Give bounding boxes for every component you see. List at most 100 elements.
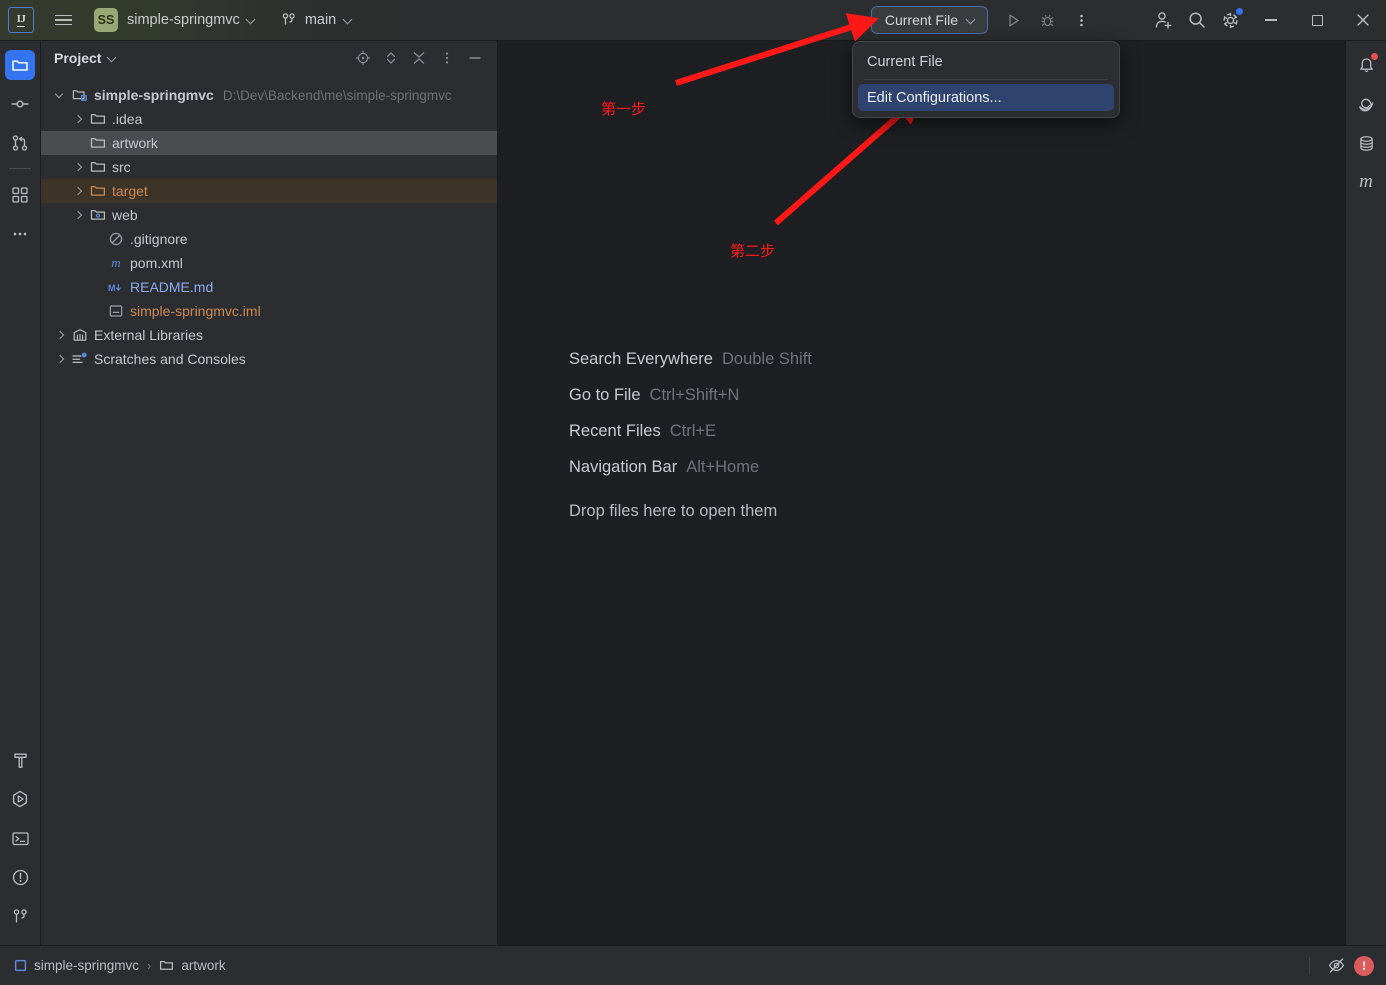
sidebar-item-run[interactable] — [5, 784, 35, 814]
tree-row-label: README.md — [130, 279, 214, 295]
sidebar-item-commit[interactable] — [5, 89, 35, 119]
tree-row-label: External Libraries — [94, 327, 203, 343]
inspections-widget[interactable] — [1322, 952, 1350, 980]
sidebar-item-git[interactable] — [5, 901, 35, 931]
markdown-icon: M — [107, 279, 124, 296]
tree-row[interactable]: src — [41, 155, 497, 179]
hamburger-menu-icon[interactable] — [50, 7, 76, 33]
intellij-logo-icon[interactable]: IJ — [8, 7, 34, 33]
share-project-button[interactable] — [1146, 3, 1180, 37]
tree-row[interactable]: target — [41, 179, 497, 203]
breadcrumb-item-folder[interactable]: artwork — [159, 958, 226, 973]
expand-collapse-button[interactable] — [379, 46, 403, 70]
tree-row[interactable]: simple-springmvc D:\Dev\Backend\me\simple… — [41, 83, 497, 107]
project-panel-title: Project — [54, 50, 102, 66]
sidebar-item-problems[interactable] — [5, 862, 35, 892]
close-window-button[interactable] — [1340, 0, 1386, 41]
hammer-icon — [13, 753, 27, 768]
editor-hint-row[interactable]: Search Everywhere Double Shift — [569, 350, 812, 386]
run-configuration-selector[interactable]: Current File — [870, 6, 988, 34]
sidebar-item-maven[interactable]: m — [1351, 167, 1381, 197]
chevron-right-icon[interactable] — [53, 328, 67, 342]
editor-hint-action: Go to File — [569, 386, 641, 404]
rail-separator — [9, 168, 31, 169]
sidebar-item-pull-requests[interactable] — [5, 128, 35, 158]
run-more-button[interactable] — [1064, 3, 1098, 37]
editor-empty-area[interactable]: Search Everywhere Double Shift Go to File C… — [498, 41, 1345, 945]
debug-button[interactable] — [1030, 3, 1064, 37]
breadcrumb-label: artwork — [181, 958, 226, 973]
chevron-right-icon[interactable] — [71, 160, 85, 174]
panel-options-button[interactable] — [435, 46, 459, 70]
tree-row[interactable]: External Libraries — [41, 323, 497, 347]
editor-hint-row[interactable]: Navigation Bar Alt+Home — [569, 458, 812, 494]
collapse-all-icon — [413, 52, 425, 64]
editor-hint-row[interactable]: Recent Files Ctrl+E — [569, 422, 812, 458]
sidebar-item-terminal[interactable] — [5, 823, 35, 853]
right-tool-rail: m — [1345, 41, 1386, 945]
tree-row[interactable]: .gitignore — [41, 227, 497, 251]
tree-row[interactable]: artwork — [41, 131, 497, 155]
ai-spiral-icon — [1358, 98, 1374, 112]
git-branch-icon — [13, 908, 27, 922]
menu-item-current-file[interactable]: Current File — [858, 48, 1114, 75]
project-name-selector[interactable]: simple-springmvc — [127, 12, 256, 28]
libraries-icon — [71, 327, 88, 344]
status-bar-right: ! — [1301, 952, 1386, 980]
more-vertical-icon — [1079, 14, 1083, 26]
folder-excluded-icon — [89, 183, 106, 200]
chevron-right-icon[interactable] — [71, 184, 85, 198]
chevron-updown-icon — [386, 52, 396, 64]
maximize-icon — [1311, 14, 1323, 26]
menu-separator — [864, 79, 1108, 80]
run-configuration-label: Current File — [884, 12, 958, 28]
error-indicator[interactable]: ! — [1354, 955, 1374, 976]
close-icon — [1357, 14, 1369, 26]
run-button[interactable] — [996, 3, 1030, 37]
minimize-icon — [469, 57, 481, 59]
sidebar-item-build[interactable] — [5, 745, 35, 775]
sidebar-item-project[interactable] — [5, 50, 35, 80]
sidebar-item-structure[interactable] — [5, 180, 35, 210]
tree-row[interactable]: Scratches and Consoles — [41, 347, 497, 371]
tree-row-label: .idea — [112, 111, 143, 127]
search-button[interactable] — [1180, 3, 1214, 37]
sidebar-item-more[interactable] — [5, 219, 35, 249]
editor-hint-shortcut: Ctrl+Shift+N — [649, 386, 740, 404]
project-panel-title-selector[interactable]: Project — [54, 50, 117, 66]
maximize-window-button[interactable] — [1294, 0, 1340, 41]
menu-item-edit-configurations[interactable]: Edit Configurations... — [858, 84, 1114, 111]
run-hexagon-icon — [12, 790, 28, 808]
tree-row-label: simple-springmvc — [94, 87, 214, 103]
tree-row[interactable]: M README.md — [41, 275, 497, 299]
chevron-down-icon[interactable] — [53, 88, 67, 102]
tree-row[interactable]: .idea — [41, 107, 497, 131]
project-tree: simple-springmvc D:\Dev\Backend\me\simple… — [41, 83, 497, 371]
hide-panel-button[interactable] — [463, 46, 487, 70]
branch-name-label: main — [304, 12, 337, 28]
tree-row[interactable]: simple-springmvc.iml — [41, 299, 497, 323]
notification-badge — [1371, 53, 1378, 60]
chevron-right-icon[interactable] — [71, 208, 85, 222]
minimize-window-button[interactable] — [1248, 0, 1294, 41]
sidebar-item-database[interactable] — [1351, 128, 1381, 158]
chevron-down-icon — [108, 54, 117, 63]
settings-button[interactable] — [1214, 3, 1248, 37]
tree-arrow-placeholder — [89, 280, 103, 294]
chevron-right-icon[interactable] — [53, 352, 67, 366]
editor-hint-shortcut: Double Shift — [721, 350, 812, 368]
crosshair-icon — [355, 50, 371, 66]
tree-row[interactable]: web — [41, 203, 497, 227]
project-badge[interactable]: SS — [94, 8, 118, 32]
select-opened-file-button[interactable] — [351, 46, 375, 70]
chevron-right-icon[interactable] — [71, 112, 85, 126]
tree-row[interactable]: m pom.xml — [41, 251, 497, 275]
collapse-all-button[interactable] — [407, 46, 431, 70]
status-bar: simple-springmvc › artwork ! — [0, 945, 1386, 985]
editor-hint-row[interactable]: Go to File Ctrl+Shift+N — [569, 386, 812, 422]
sidebar-item-ai-assistant[interactable] — [1351, 89, 1381, 119]
sidebar-item-notifications[interactable] — [1351, 50, 1381, 80]
breadcrumb-item-project[interactable]: simple-springmvc — [14, 958, 139, 973]
branch-selector[interactable]: main — [281, 12, 353, 28]
database-icon — [1359, 135, 1373, 151]
